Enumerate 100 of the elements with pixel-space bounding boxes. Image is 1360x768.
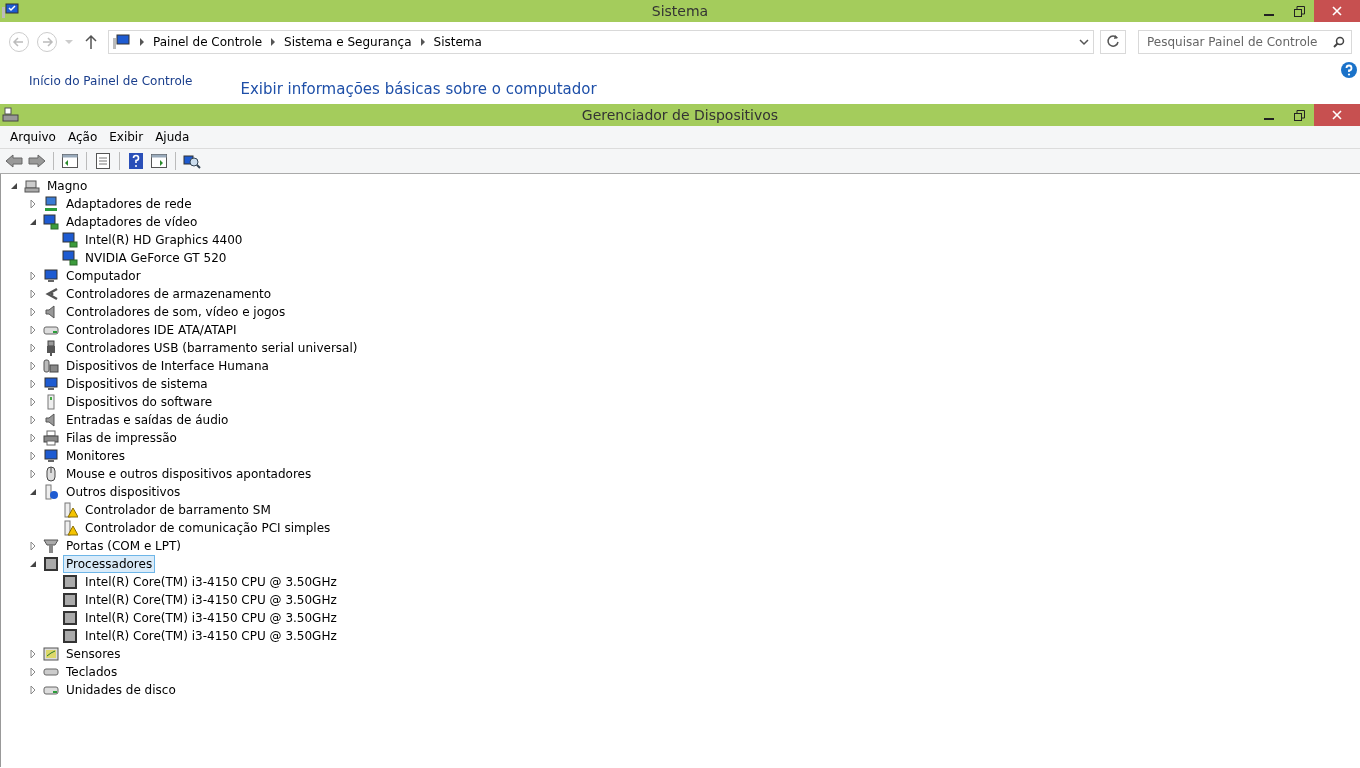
search-icon[interactable]	[1333, 36, 1345, 48]
expand-arrow-icon[interactable]	[28, 451, 38, 461]
restore-icon	[1293, 109, 1305, 121]
close-icon	[1332, 110, 1342, 120]
expand-arrow-icon[interactable]	[28, 343, 38, 353]
menu-item[interactable]: Exibir	[103, 130, 150, 144]
tree-item[interactable]: Sensores	[63, 645, 124, 663]
breadcrumb-item[interactable]: Sistema	[433, 35, 482, 49]
tree-item[interactable]: Controladores de som, vídeo e jogos	[63, 303, 289, 321]
expand-arrow-icon[interactable]	[28, 469, 38, 479]
expand-arrow-icon[interactable]	[28, 289, 38, 299]
action-pane-button[interactable]	[149, 151, 169, 171]
restore-icon	[1293, 5, 1305, 17]
forward-button[interactable]	[27, 151, 47, 171]
tree-item[interactable]: Controladores de armazenamento	[63, 285, 275, 303]
tree-item[interactable]: Adaptadores de vídeo	[63, 213, 201, 231]
expand-arrow-icon[interactable]	[28, 271, 38, 281]
tree-item[interactable]: Intel(R) Core(TM) i3-4150 CPU @ 3.50GHz	[82, 609, 340, 627]
tree-item[interactable]: Computador	[63, 267, 144, 285]
collapse-arrow-icon[interactable]	[9, 181, 19, 191]
expand-arrow-icon[interactable]	[28, 649, 38, 659]
help-button[interactable]	[126, 151, 146, 171]
expand-arrow-icon[interactable]	[28, 307, 38, 317]
tree-item[interactable]: Controladores IDE ATA/ATAPI	[63, 321, 240, 339]
right-arrow-icon	[28, 154, 46, 168]
tree-item[interactable]: Intel(R) Core(TM) i3-4150 CPU @ 3.50GHz	[82, 573, 340, 591]
tree-item[interactable]: Dispositivos de sistema	[63, 375, 211, 393]
tree-item[interactable]: Intel(R) Core(TM) i3-4150 CPU @ 3.50GHz	[82, 627, 340, 645]
device-icon	[62, 592, 78, 608]
collapse-arrow-icon[interactable]	[28, 559, 38, 569]
collapse-arrow-icon[interactable]	[28, 487, 38, 497]
computer-icon	[2, 3, 20, 19]
computer-icon	[2, 107, 20, 123]
chevron-right-icon	[139, 38, 145, 46]
back-button[interactable]	[4, 151, 24, 171]
device-icon	[43, 556, 59, 572]
expand-arrow-icon[interactable]	[28, 325, 38, 335]
tree-item[interactable]: Controladores USB (barramento serial universal)	[63, 339, 361, 357]
expand-arrow-icon[interactable]	[28, 361, 38, 371]
tree-item[interactable]: Outros dispositivos	[63, 483, 184, 501]
breadcrumb-item[interactable]: Sistema e Segurança	[284, 35, 412, 49]
device-icon	[43, 538, 59, 554]
left-arrow-icon	[5, 154, 23, 168]
expand-arrow-icon[interactable]	[28, 685, 38, 695]
tree-item[interactable]: Adaptadores de rede	[63, 195, 195, 213]
device-icon	[43, 286, 59, 302]
expand-arrow-icon[interactable]	[28, 199, 38, 209]
help-icon[interactable]	[1341, 62, 1357, 78]
device-icon	[43, 430, 59, 446]
menu-item[interactable]: Ação	[61, 130, 104, 144]
close-icon	[1332, 6, 1342, 16]
expand-arrow-icon[interactable]	[28, 541, 38, 551]
sidebar-link[interactable]: Início do Painel de Controle	[29, 74, 193, 104]
properties-button[interactable]	[93, 151, 113, 171]
expand-arrow-icon[interactable]	[28, 397, 38, 407]
tree-item[interactable]: Dispositivos do software	[63, 393, 216, 411]
tree-item[interactable]: Processadores	[63, 555, 156, 573]
device-icon	[43, 646, 59, 662]
window-pane-icon	[151, 154, 167, 168]
tree-item[interactable]: Intel(R) HD Graphics 4400	[82, 231, 246, 249]
address-bar[interactable]: Painel de Controle Sistema e Segurança Sistema	[108, 30, 1094, 54]
page-heading: Exibir informações básicas sobre o computador	[240, 80, 597, 100]
monitor-magnifier-icon	[183, 153, 201, 169]
device-icon	[62, 232, 78, 248]
help-icon	[129, 153, 143, 169]
expand-arrow-icon[interactable]	[28, 433, 38, 443]
tree-item[interactable]: Controlador de comunicação PCI simples	[82, 519, 334, 537]
window-title: Gerenciador de Dispositivos	[581, 107, 779, 123]
tree-item[interactable]: Monitores	[63, 447, 128, 465]
device-icon	[62, 574, 78, 590]
refresh-icon	[1106, 33, 1120, 48]
tree-item[interactable]: Intel(R) Core(TM) i3-4150 CPU @ 3.50GHz	[82, 591, 340, 609]
menu-item[interactable]: Ajuda	[149, 130, 196, 144]
expand-arrow-icon[interactable]	[28, 415, 38, 425]
tree-item[interactable]: Unidades de disco	[63, 681, 179, 699]
tree-item[interactable]: Dispositivos de Interface Humana	[63, 357, 272, 375]
minimize-icon	[1264, 118, 1274, 120]
device-icon	[43, 484, 59, 500]
device-icon	[62, 502, 78, 518]
device-icon	[43, 466, 59, 482]
search-field[interactable]: Pesquisar Painel de Controle	[1138, 30, 1352, 54]
tree-item[interactable]: Teclados	[63, 663, 121, 681]
tree-item[interactable]: Controlador de barramento SM	[82, 501, 274, 519]
menu-item[interactable]: Arquivo	[4, 130, 62, 144]
expand-arrow-icon[interactable]	[28, 667, 38, 677]
tree-item[interactable]: Portas (COM e LPT)	[63, 537, 184, 555]
tree-item[interactable]: Filas de impressão	[63, 429, 180, 447]
tree-item[interactable]: Mouse e outros dispositivos apontadores	[63, 465, 315, 483]
device-icon	[43, 448, 59, 464]
tree-item[interactable]: NVIDIA GeForce GT 520	[82, 249, 230, 267]
console-tree-button[interactable]	[60, 151, 80, 171]
breadcrumb-item[interactable]: Painel de Controle	[153, 35, 263, 49]
device-icon	[43, 214, 59, 230]
tree-item[interactable]: Magno	[44, 177, 91, 195]
document-icon	[95, 153, 111, 169]
refresh-button[interactable]	[1100, 30, 1126, 54]
chevron-down-icon[interactable]	[1079, 38, 1089, 46]
tree-item[interactable]: Entradas e saídas de áudio	[63, 411, 232, 429]
expand-arrow-icon[interactable]	[28, 379, 38, 389]
collapse-arrow-icon[interactable]	[28, 217, 38, 227]
